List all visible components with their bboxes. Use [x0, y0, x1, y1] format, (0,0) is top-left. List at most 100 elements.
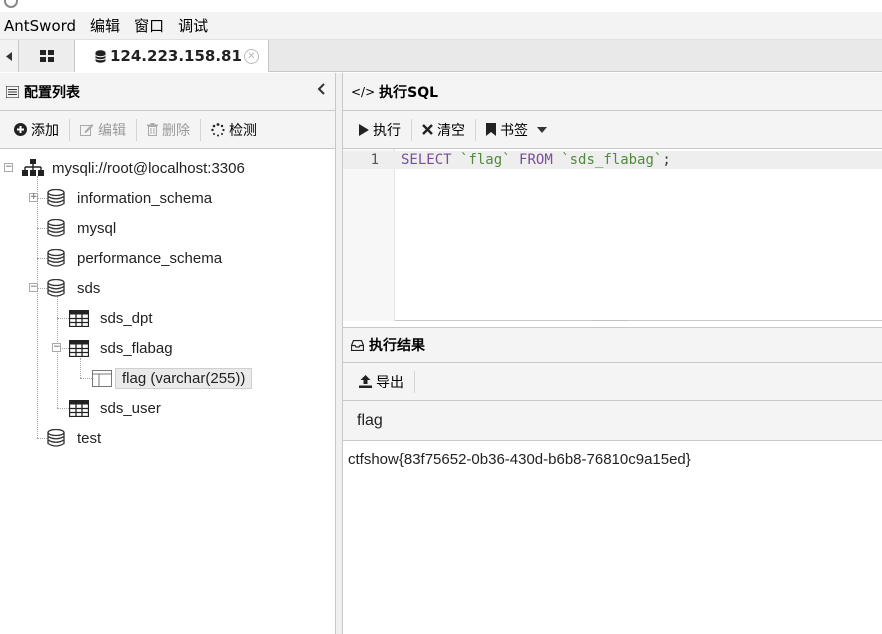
add-button[interactable]: 添加: [4, 118, 69, 142]
menu-debug[interactable]: 调试: [174, 15, 212, 36]
database-icon: [47, 189, 65, 207]
clear-button-label: 清空: [437, 122, 465, 139]
table-icon: [69, 399, 89, 417]
export-button[interactable]: 导出: [349, 370, 414, 394]
run-button-label: 执行: [373, 122, 401, 139]
menu-antsword[interactable]: AntSword: [0, 17, 80, 35]
times-icon: [422, 124, 433, 135]
export-button-label: 导出: [376, 374, 404, 391]
window-titlebar: [0, 0, 882, 12]
detect-button[interactable]: 检测: [201, 118, 267, 142]
caret-down-icon: [537, 126, 547, 133]
tree-connector: [37, 228, 47, 229]
app-logo-icon: [4, 0, 18, 8]
config-list-title: 配置列表: [24, 84, 80, 101]
editor-gutter: [343, 149, 395, 321]
bookmark-icon: [486, 123, 496, 136]
edit-button-label: 编辑: [98, 122, 126, 139]
tree-node-label: sds_flabag: [100, 339, 173, 357]
tab-connection-label: 124.223.158.81: [110, 47, 242, 65]
database-icon: [47, 429, 65, 447]
result-toolbar: 导出: [343, 363, 882, 401]
delete-button-label: 删除: [162, 122, 190, 139]
sql-keyword: SELECT: [401, 152, 452, 168]
sql-editor[interactable]: 1 SELECT `flag` FROM `sds_flabag`;: [343, 149, 882, 321]
sql-keyword: FROM: [519, 152, 553, 168]
sql-panel-title: 执行SQL: [379, 84, 439, 101]
tree-node-label: test: [77, 429, 102, 447]
result-column-header[interactable]: flag: [343, 401, 882, 441]
tree-node-database[interactable]: sds: [47, 273, 100, 303]
line-number: 1: [370, 152, 379, 168]
tree-node-table[interactable]: sds_flabag: [69, 333, 173, 363]
tree-node-database[interactable]: performance_schema: [47, 243, 222, 273]
bookmark-dropdown[interactable]: 书签: [476, 118, 557, 142]
tree-node-label: mysql: [77, 219, 117, 237]
menu-window[interactable]: 窗口: [130, 15, 168, 36]
result-column-label: flag: [357, 411, 383, 429]
tab-scroll-left-button[interactable]: [0, 40, 19, 72]
sql-toolbar: 执行 清空 书签: [343, 111, 882, 149]
result-cell[interactable]: ctfshow{83f75652-0b36-430d-b6b8-76810c9a…: [348, 451, 691, 468]
table-icon: [69, 309, 89, 327]
tree-node-label: information_schema: [77, 189, 213, 207]
sql-punctuation: ;: [662, 152, 671, 168]
play-icon: [359, 123, 369, 136]
sql-code: SELECT `flag` FROM `sds_flabag`;: [401, 151, 671, 169]
tree-node-label: mysqli://root@localhost:3306: [52, 159, 245, 177]
config-list-panel: 配置列表 添加 编辑 删除 检测 − mysqli://root@localho…: [0, 73, 336, 634]
code-icon: </>: [351, 84, 376, 99]
tree-node-connection[interactable]: mysqli://root@localhost:3306: [22, 153, 245, 183]
run-button[interactable]: 执行: [349, 118, 411, 142]
tree-node-table[interactable]: sds_dpt: [69, 303, 153, 333]
tree-node-label: sds: [77, 279, 101, 297]
tree-node-database[interactable]: test: [47, 423, 101, 453]
tree-connector: [37, 198, 47, 199]
database-tree: − mysqli://root@localhost:3306 + informa…: [0, 149, 335, 619]
tree-collapse-toggle[interactable]: −: [29, 283, 38, 292]
tree-connector: [57, 408, 69, 409]
config-toolbar: 添加 编辑 删除 检测: [0, 111, 335, 149]
collapse-panel-icon[interactable]: [317, 83, 325, 99]
add-button-label: 添加: [31, 122, 59, 139]
tab-home[interactable]: [19, 40, 75, 72]
tree-connector: [37, 438, 47, 439]
tree-node-database[interactable]: mysql: [47, 213, 116, 243]
tree-collapse-toggle[interactable]: −: [52, 343, 61, 352]
trash-icon: [147, 123, 158, 136]
tree-connector: [57, 318, 69, 319]
edit-button[interactable]: 编辑: [70, 118, 136, 142]
tree-node-label: performance_schema: [77, 249, 223, 267]
delete-button[interactable]: 删除: [137, 118, 200, 142]
database-icon: [95, 49, 106, 63]
plus-circle-icon: [14, 123, 27, 136]
menubar: AntSword 编辑 窗口 调试: [0, 12, 882, 40]
sql-identifier: `sds_flabag`: [561, 152, 663, 168]
resize-grip[interactable]: [593, 320, 627, 324]
database-icon: [47, 249, 65, 267]
tree-expand-toggle[interactable]: +: [29, 193, 38, 202]
tab-close-icon[interactable]: ✕: [244, 49, 259, 64]
tree-collapse-toggle[interactable]: −: [4, 163, 13, 172]
grid-icon: [39, 50, 54, 62]
column-icon: [92, 369, 112, 387]
tab-connection[interactable]: 124.223.158.81 ✕: [75, 40, 269, 72]
tree-connector: [37, 176, 38, 438]
spinner-icon: [211, 122, 225, 136]
tab-bar: 124.223.158.81 ✕: [0, 40, 882, 72]
tree-node-label: sds_user: [100, 399, 161, 417]
tree-node-table[interactable]: sds_user: [69, 393, 161, 423]
result-panel-title: 执行结果: [369, 338, 425, 354]
tree-node-column[interactable]: flag (varchar(255)): [92, 363, 253, 393]
caret-left-icon: [6, 51, 12, 61]
tree-node-label: flag (varchar(255)): [115, 367, 253, 389]
tree-node-label: sds_dpt: [100, 309, 153, 327]
tree-connector: [57, 297, 58, 408]
menu-edit[interactable]: 编辑: [86, 15, 124, 36]
tree-connector: [80, 378, 92, 379]
tree-node-database[interactable]: information_schema: [47, 183, 212, 213]
list-icon: [6, 85, 19, 98]
table-icon: [69, 339, 89, 357]
edit-icon: [80, 124, 94, 136]
clear-button[interactable]: 清空: [412, 118, 475, 142]
